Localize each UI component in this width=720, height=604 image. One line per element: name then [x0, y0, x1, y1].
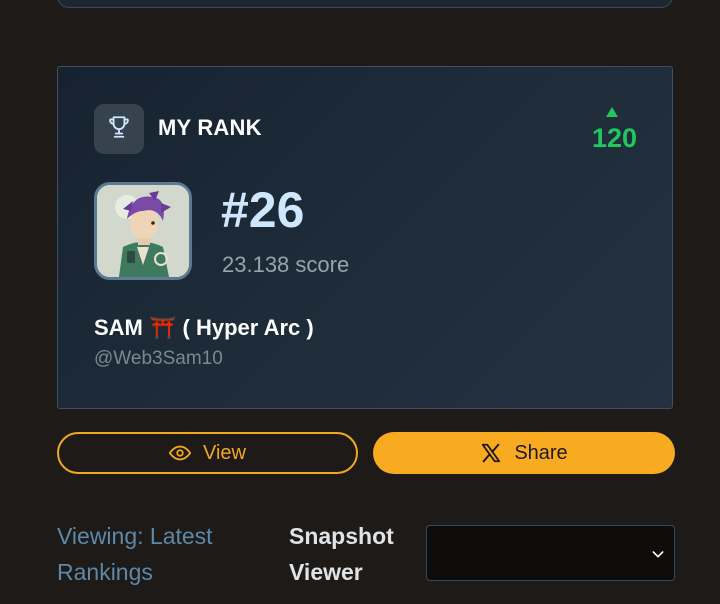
share-button-label: Share — [514, 441, 568, 464]
trophy-icon — [106, 114, 132, 145]
user-handle: @Web3Sam10 — [94, 348, 223, 369]
view-button-label: View — [203, 441, 246, 464]
avatar — [94, 182, 192, 280]
snapshot-select[interactable] — [426, 525, 675, 581]
rank-number: #26 — [221, 182, 305, 238]
rank-change: 120 — [591, 123, 637, 153]
share-button[interactable]: Share — [373, 432, 675, 474]
arrow-up-icon — [606, 107, 618, 117]
rank-heading: MY RANK — [158, 115, 262, 140]
chevron-down-icon — [650, 546, 666, 567]
my-rank-card: MY RANK 120 #26 23.138 score SAM ⛩️ ( Hy… — [57, 66, 673, 409]
trophy-badge — [94, 104, 144, 154]
view-button[interactable]: View — [57, 432, 358, 474]
eye-icon — [169, 442, 191, 464]
viewing-status: Viewing: Latest Rankings — [57, 523, 213, 585]
user-name: SAM ⛩️ ( Hyper Arc ) — [94, 315, 314, 340]
previous-card — [57, 0, 673, 8]
snapshot-viewer-label: Snapshot Viewer — [289, 523, 394, 585]
score: 23.138 score — [222, 252, 350, 277]
x-logo-icon — [480, 442, 502, 464]
